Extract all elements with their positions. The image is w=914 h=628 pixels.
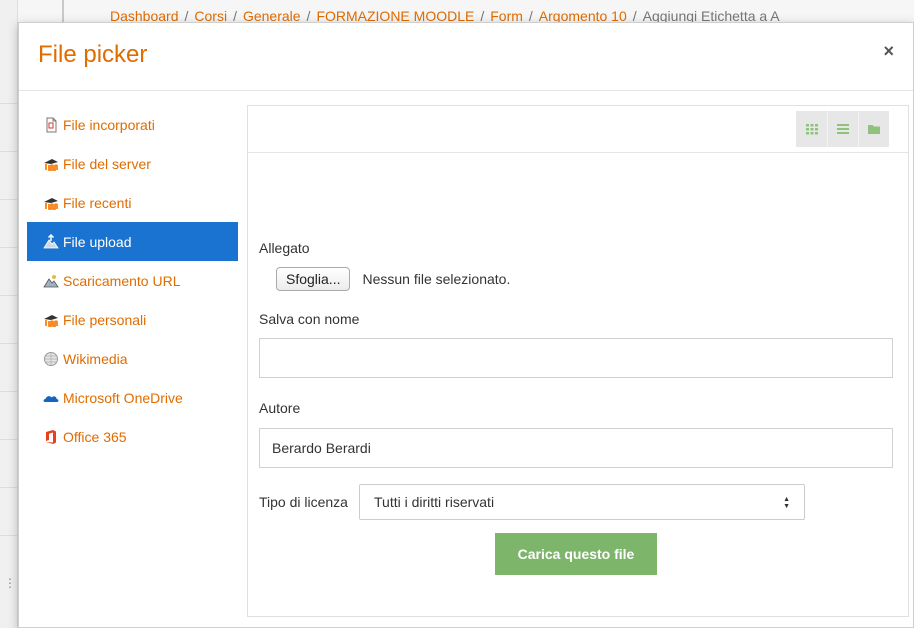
sidebar-item-file-del-server[interactable]: File del server xyxy=(27,144,238,183)
sidebar-item-label: File recenti xyxy=(63,194,132,211)
list-view-button[interactable] xyxy=(827,111,858,147)
upload-file-button[interactable]: Carica questo file xyxy=(495,533,657,575)
url-download-icon xyxy=(43,273,59,289)
view-switcher xyxy=(796,111,889,147)
sidebar-item-label: File upload xyxy=(63,233,132,250)
drag-handle-icon[interactable]: ⋮ xyxy=(4,577,16,589)
sidebar-item-label: Scaricamento URL xyxy=(63,272,181,289)
sidebar-item-file-upload[interactable]: File upload xyxy=(27,222,238,261)
sidebar-item-label: File personali xyxy=(63,311,147,328)
moodle-icon xyxy=(43,195,59,211)
close-button[interactable]: × xyxy=(883,41,894,62)
upload-panel: Allegato Sfoglia... Nessun file selezion… xyxy=(247,105,909,617)
moodle-icon xyxy=(43,156,59,172)
moodle-icon xyxy=(43,312,59,328)
save-as-input[interactable] xyxy=(259,338,893,378)
sidebar-item-label: Wikimedia xyxy=(63,350,128,367)
onedrive-icon xyxy=(43,390,59,406)
license-select[interactable]: Tutti i diritti riservati ▲ ▼ xyxy=(359,484,805,520)
background-divider xyxy=(62,0,64,22)
attachment-label: Allegato xyxy=(259,240,310,256)
tree-view-button[interactable] xyxy=(858,111,889,147)
grid-icon xyxy=(805,124,818,135)
sidebar-item-wikimedia[interactable]: Wikimedia xyxy=(27,339,238,378)
license-selected-value: Tutti i diritti riservati xyxy=(374,494,495,510)
license-label: Tipo di licenza xyxy=(259,494,348,510)
file-icon xyxy=(43,117,59,133)
sidebar-item-file-incorporati[interactable]: File incorporati xyxy=(27,105,238,144)
sidebar-item-file-recenti[interactable]: File recenti xyxy=(27,183,238,222)
author-input[interactable] xyxy=(259,428,893,468)
sidebar-item-label: File del server xyxy=(63,155,151,172)
list-icon xyxy=(837,124,849,134)
file-picker-dialog: File picker × File incorporati File del … xyxy=(18,22,914,628)
panel-toolbar xyxy=(248,106,908,153)
sidebar-item-office-365[interactable]: Office 365 xyxy=(27,417,238,456)
wikimedia-icon xyxy=(43,351,59,367)
sidebar-item-label: Office 365 xyxy=(63,428,127,445)
select-arrows-icon: ▲ ▼ xyxy=(783,496,790,510)
sidebar-item-label: File incorporati xyxy=(63,116,155,133)
icon-view-button[interactable] xyxy=(796,111,827,147)
dialog-title: File picker xyxy=(38,41,148,68)
sidebar-item-label: Microsoft OneDrive xyxy=(63,389,183,406)
office365-icon xyxy=(43,429,59,445)
upload-icon xyxy=(43,233,59,250)
sidebar-item-microsoft-onedrive[interactable]: Microsoft OneDrive xyxy=(27,378,238,417)
sidebar-item-file-personali[interactable]: File personali xyxy=(27,300,238,339)
file-status-text: Nessun file selezionato. xyxy=(362,271,511,287)
folder-icon xyxy=(868,125,880,134)
author-label: Autore xyxy=(259,400,301,416)
dialog-header: File picker × xyxy=(19,23,913,91)
file-chooser: Sfoglia... Nessun file selezionato. xyxy=(276,267,510,291)
background-left-strip xyxy=(0,0,18,628)
browse-button[interactable]: Sfoglia... xyxy=(276,267,351,291)
save-as-label: Salva con nome xyxy=(259,311,360,327)
repository-sidebar: File incorporati File del server File re… xyxy=(27,105,238,456)
sidebar-item-scaricamento-url[interactable]: Scaricamento URL xyxy=(27,261,238,300)
